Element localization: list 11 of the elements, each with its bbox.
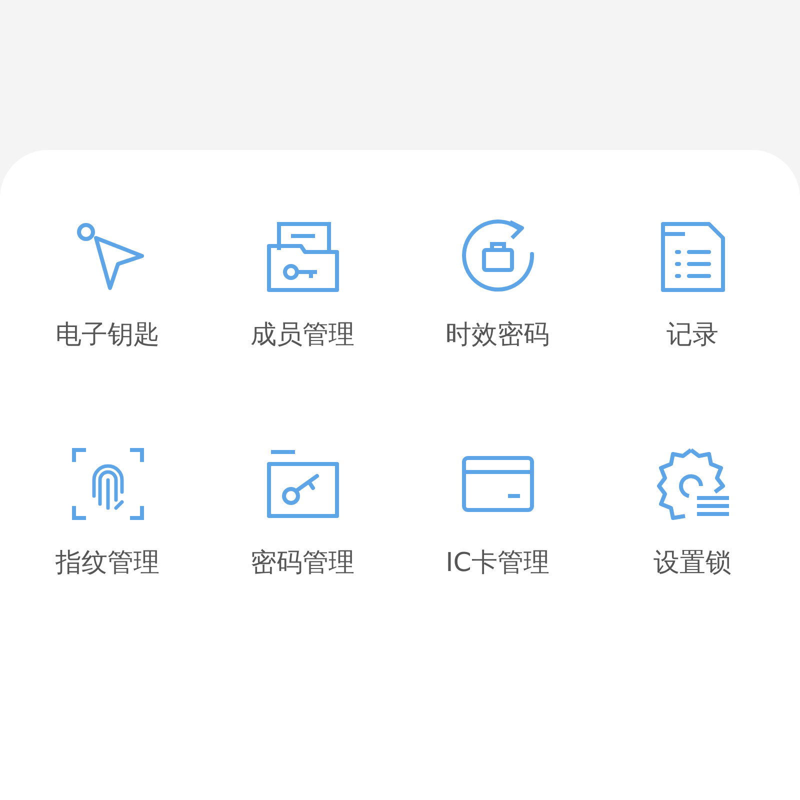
menu-label[interactable]: 电子钥匙 (56, 320, 160, 350)
gear-list-icon[interactable] (654, 446, 730, 522)
menu-label[interactable]: 记录 (666, 320, 718, 350)
menu-label[interactable]: 指纹管理 (56, 548, 160, 578)
menu-label[interactable]: 时效密码 (446, 320, 550, 350)
menu-label[interactable]: 密码管理 (250, 548, 354, 578)
fingerprint-icon[interactable] (70, 446, 146, 522)
refresh-bag-icon[interactable] (460, 218, 536, 294)
menu-label[interactable]: 设置锁 (654, 548, 732, 578)
menu-label[interactable]: IC卡管理 (446, 548, 550, 578)
menu-label[interactable]: 成员管理 (250, 320, 354, 350)
